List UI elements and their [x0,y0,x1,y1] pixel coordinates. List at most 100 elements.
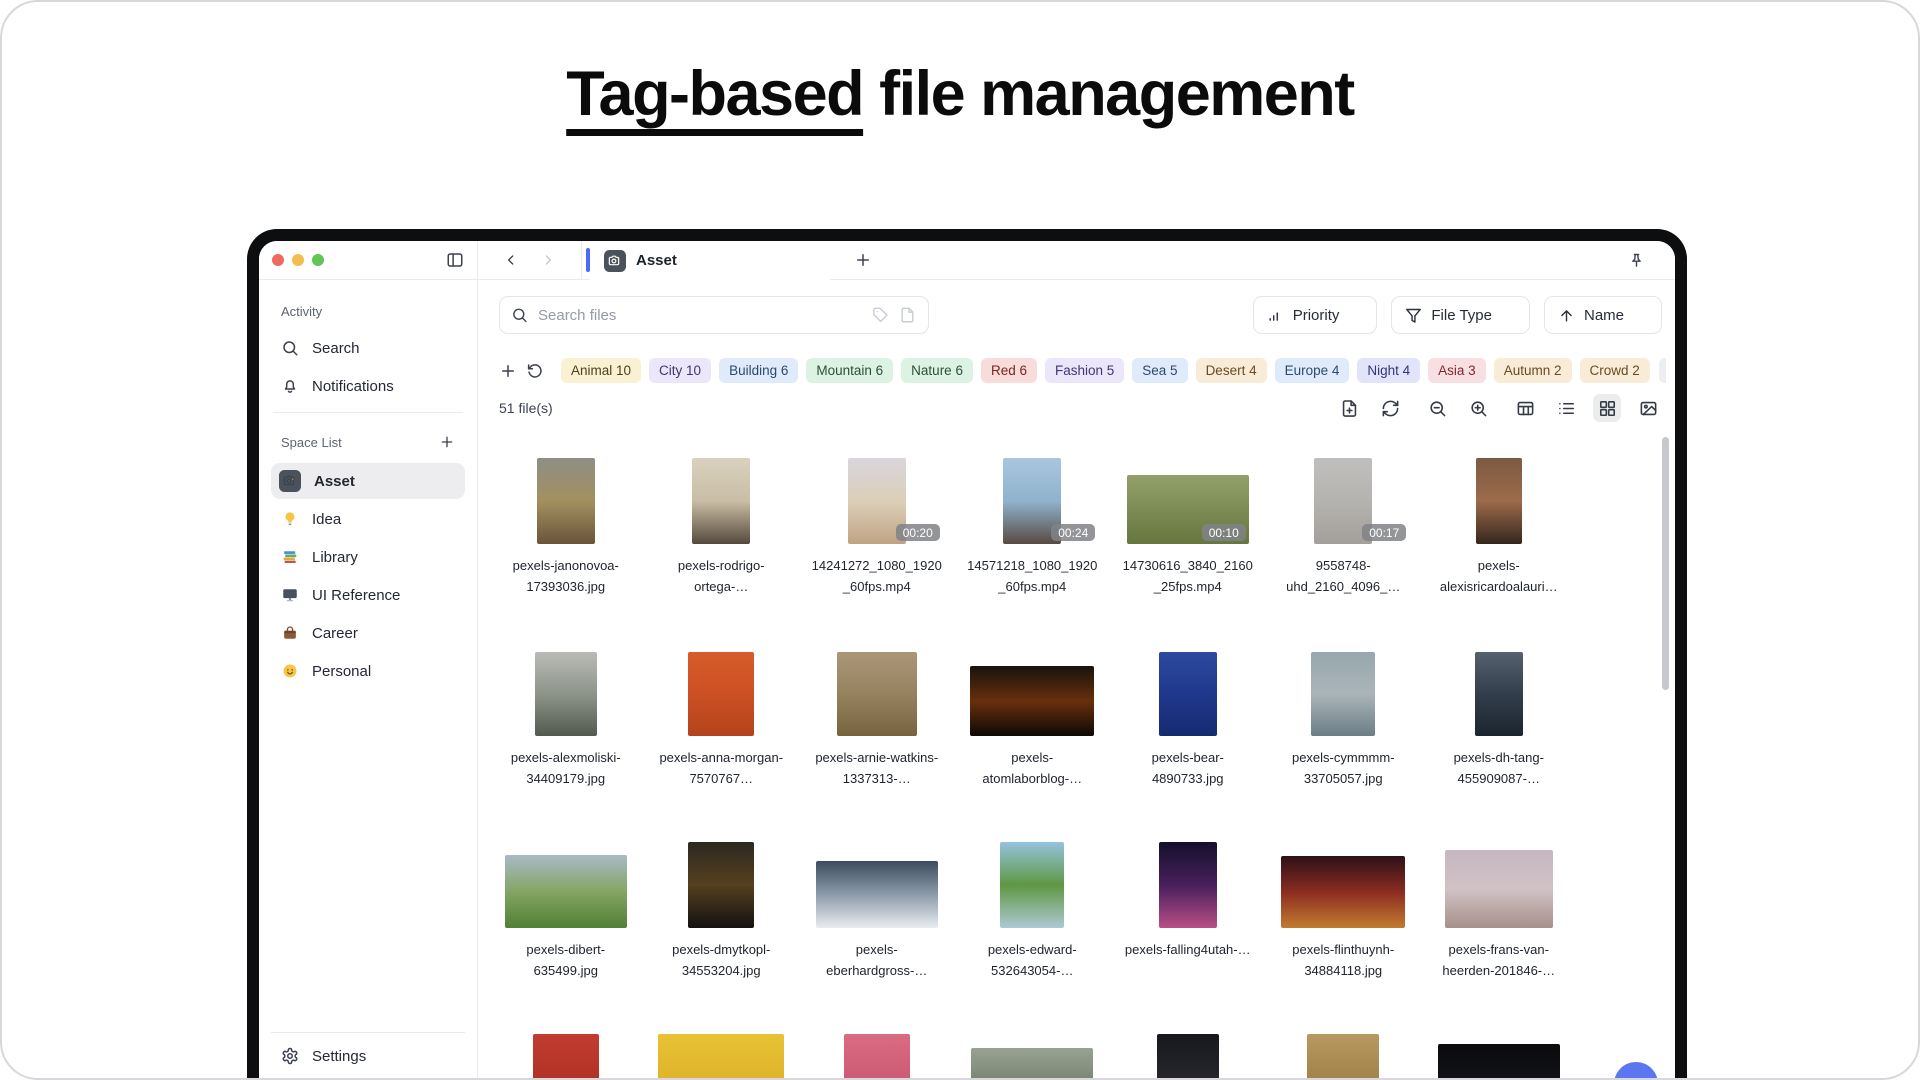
file-card[interactable]: pexels-edward-532643054-… [955,842,1111,1034]
list-view-button[interactable] [1552,394,1580,422]
file-card[interactable]: pexels-eberhardgross-… [799,842,955,1034]
tag-filter-icon[interactable] [872,307,889,324]
file-card[interactable]: 00:24 14571218_1080_1920_60fps.mp4 [955,458,1111,650]
thumbnail-wrap [799,1034,955,1080]
file-card[interactable]: 00:10 14730616_3840_2160_25fps.mp4 [1110,458,1266,650]
table-view-button[interactable] [1511,394,1539,422]
file-card[interactable] [799,1034,955,1080]
sort-button-priority[interactable]: Priority [1253,296,1378,334]
file-card[interactable]: pexels-rodrigo-ortega-… [644,458,800,650]
add-tag-button[interactable] [499,362,517,380]
file-card[interactable]: 00:20 14241272_1080_1920_60fps.mp4 [799,458,955,650]
sidebar-item-search[interactable]: Search [271,330,465,366]
file-card[interactable]: pexels-flinthuynh-34884118.jpg [1266,842,1422,1034]
sidebar-space-asset[interactable]: Asset [271,463,465,499]
maximize-window-button[interactable] [312,254,324,266]
new-tab-button[interactable] [854,251,872,269]
tag-chip-night[interactable]: Night 4 [1357,358,1420,383]
sort-button-name[interactable]: Name [1544,296,1662,334]
nav-back-icon[interactable] [503,252,519,268]
tag-chip-desert[interactable]: Desert 4 [1196,358,1267,383]
reset-tags-button[interactable] [526,362,544,380]
sidebar-bottom: Settings [271,1032,465,1080]
thumbnail-wrap: 00:20 [799,458,955,544]
file-thumbnail [971,1048,1093,1080]
tag-chip-building[interactable]: Building 6 [719,358,798,383]
tag-chip-nature[interactable]: Nature 6 [901,358,973,383]
sidebar-item-settings[interactable]: Settings [271,1040,465,1072]
zoom-out-button[interactable] [1423,394,1451,422]
file-card[interactable]: pexels-alexisricardoalauri… [1421,458,1577,650]
tag-chip-europe[interactable]: Europe 4 [1275,358,1350,383]
screenshot-card: Tag-based file management Asset [0,0,1920,1080]
pin-icon[interactable] [1628,252,1645,269]
thumbnail-wrap [1110,842,1266,928]
sidebar-space-career[interactable]: Career [271,615,465,651]
bag-icon [281,624,299,642]
tag-chip-city[interactable]: City 10 [649,358,711,383]
file-card[interactable]: 00:17 9558748-uhd_2160_4096_… [1266,458,1422,650]
file-thumbnail [1311,652,1375,736]
file-card[interactable] [488,1034,644,1080]
vertical-scrollbar[interactable] [1662,437,1669,690]
file-name: pexels-dibert-635499.jpg [500,940,632,982]
sidebar-space-label: Idea [312,511,341,528]
image-view-button[interactable] [1634,394,1662,422]
file-card[interactable]: pexels-alexmoliski-34409179.jpg [488,650,644,842]
app-window: Asset Activity Search [247,229,1687,1080]
tag-chip-fashion[interactable]: Fashion 5 [1045,358,1124,383]
toggle-sidebar-icon[interactable] [446,251,464,269]
import-file-button[interactable] [1335,394,1363,422]
refresh-button[interactable] [1376,394,1404,422]
file-card[interactable]: pexels-frans-van-heerden-201846-… [1421,842,1577,1034]
thumbnail-wrap [955,650,1111,736]
sidebar-space-library[interactable]: Library [271,539,465,575]
sidebar-space-idea[interactable]: Idea [271,501,465,537]
minimize-window-button[interactable] [292,254,304,266]
sidebar-space-personal[interactable]: Personal [271,653,465,689]
zoom-in-button[interactable] [1464,394,1492,422]
tag-chip-sea[interactable]: Sea 5 [1132,358,1187,383]
file-card[interactable]: pexels-dmytkopl-34553204.jpg [644,842,800,1034]
view-toolbar [1335,394,1662,422]
thumbnail-wrap [644,650,800,736]
file-thumbnail [692,458,750,544]
tab-asset[interactable]: Asset [590,241,830,280]
file-card[interactable]: pexels-bear-4890733.jpg [1110,650,1266,842]
tag-chip-animal[interactable]: Animal 10 [561,358,641,383]
file-card[interactable]: pexels-falling4utah-… [1110,842,1266,1034]
sort-button-group: Priority File Type Name [1253,296,1662,334]
file-card[interactable] [644,1034,800,1080]
file-thumbnail [688,842,754,928]
file-filter-icon[interactable] [899,307,916,324]
file-card[interactable]: pexels-atomlaborblog-… [955,650,1111,842]
file-card[interactable] [1266,1034,1422,1080]
page-title-rest: file management [863,59,1354,129]
floating-action-button[interactable] [1614,1062,1658,1080]
close-window-button[interactable] [272,254,284,266]
add-space-button[interactable] [439,434,455,450]
nav-forward-icon[interactable] [540,252,556,268]
sidebar-space-ui-reference[interactable]: UI Reference [271,577,465,613]
file-card[interactable]: pexels-anna-morgan-7570767… [644,650,800,842]
sidebar-item-notifications[interactable]: Notifications [271,368,465,404]
tag-chip-red[interactable]: Red 6 [981,358,1037,383]
camera-icon [279,470,301,492]
file-card[interactable]: pexels-janonovoa-17393036.jpg [488,458,644,650]
sort-button-file-type[interactable]: File Type [1391,296,1530,334]
file-card[interactable]: pexels-arnie-watkins-1337313-… [799,650,955,842]
grid-view-button[interactable] [1593,394,1621,422]
tag-chip-autumn[interactable]: Autumn 2 [1494,358,1572,383]
file-card[interactable]: pexels-dibert-635499.jpg [488,842,644,1034]
tag-chip-mountain[interactable]: Mountain 6 [806,358,893,383]
file-card[interactable] [1110,1034,1266,1080]
file-card[interactable] [955,1034,1111,1080]
video-duration-badge: 00:17 [1362,524,1406,541]
search-input[interactable] [499,296,929,334]
file-count: 51 file(s) [499,400,553,416]
tag-chip-crowd[interactable]: Crowd 2 [1580,358,1650,383]
file-card[interactable] [1421,1034,1577,1080]
file-card[interactable]: pexels-dh-tang-455909087-… [1421,650,1577,842]
tag-chip-asia[interactable]: Asia 3 [1428,358,1486,383]
file-card[interactable]: pexels-cymmmm-33705057.jpg [1266,650,1422,842]
